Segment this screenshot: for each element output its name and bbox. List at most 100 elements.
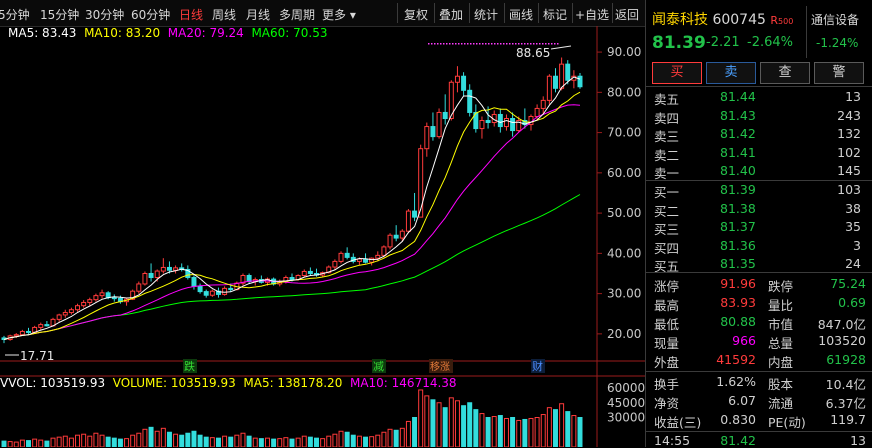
ask-label: 卖四 xyxy=(654,110,680,126)
candle-body xyxy=(111,297,117,300)
signal-dot xyxy=(473,43,475,45)
candle-body xyxy=(534,107,540,117)
volume-bar xyxy=(559,403,565,447)
bid-row[interactable]: 买一 81.39 103 xyxy=(652,181,867,200)
alert-button[interactable]: 警 xyxy=(814,62,864,84)
marker-yizhang[interactable]: 移涨 xyxy=(430,360,450,373)
period-weekly[interactable]: 周线 xyxy=(212,6,236,23)
volume-bar xyxy=(130,434,136,447)
pe-label: PE(动) xyxy=(768,415,806,430)
sector-name[interactable]: 通信设备 xyxy=(811,11,859,28)
volume-bars-group xyxy=(1,389,583,447)
tick-price: 81.42 xyxy=(720,433,756,448)
ask-row[interactable]: 卖二 81.41 102 xyxy=(652,144,867,163)
overlay-button[interactable]: 叠加 xyxy=(439,6,463,23)
limit-up-label: 涨停 xyxy=(654,279,680,294)
sell-button[interactable]: 卖 xyxy=(706,62,756,84)
period-more[interactable]: 更多 ▾ xyxy=(322,6,356,23)
price-change-pct: -2.64% xyxy=(747,35,793,50)
signal-dot xyxy=(530,43,532,45)
candle-body xyxy=(436,111,442,138)
bid-qty: 3 xyxy=(853,237,861,253)
net-asset-value: 6.07 xyxy=(728,393,756,408)
marker-jian[interactable]: 减 xyxy=(373,360,384,373)
volume-bar xyxy=(295,437,301,447)
signal-dot xyxy=(443,43,445,45)
bid-row[interactable]: 买三 81.37 35 xyxy=(652,218,867,237)
volume-bar xyxy=(510,417,516,447)
period-multi[interactable]: 多周期 xyxy=(279,6,315,23)
marker-cai[interactable]: 财 xyxy=(532,359,543,373)
volume-bar xyxy=(534,417,540,447)
draw-line-button[interactable]: 画线 xyxy=(509,6,533,23)
candle-body xyxy=(19,330,25,336)
period-5min[interactable]: 5分钟 xyxy=(0,6,30,23)
add-watchlist-button[interactable]: +自选 xyxy=(575,6,609,23)
volume-bar xyxy=(154,430,160,447)
candle-body xyxy=(81,301,87,307)
volume-bar xyxy=(565,411,571,447)
candle-body xyxy=(203,291,209,296)
ask-row[interactable]: 卖一 81.40 145 xyxy=(652,162,867,181)
back-button[interactable]: 返回 xyxy=(615,6,639,23)
period-60min[interactable]: 60分钟 xyxy=(131,6,170,23)
outer-label: 外盘 xyxy=(654,355,680,370)
cur-vol-value: 966 xyxy=(732,333,756,348)
candle-body xyxy=(173,267,179,271)
bid-price: 81.39 xyxy=(720,182,756,197)
kline-chart-area[interactable]: 90.00 80.00 70.00 60.00 50.00 40.00 30.00 20.00… xyxy=(0,26,645,447)
ask-price: 81.43 xyxy=(720,107,756,123)
volume-bar xyxy=(314,437,320,447)
ask-row[interactable]: 卖五 81.44 13 xyxy=(652,88,867,107)
ask-qty: 13 xyxy=(845,89,861,104)
period-daily[interactable]: 日线 xyxy=(179,6,203,23)
period-30min[interactable]: 30分钟 xyxy=(85,6,124,23)
mark-button[interactable]: 标记 xyxy=(543,6,567,23)
signal-dot xyxy=(515,43,517,45)
total-vol-label: 总量 xyxy=(768,336,794,351)
candle-body xyxy=(546,75,552,101)
total-vol-value: 103520 xyxy=(818,333,866,348)
buy-button[interactable]: 买 xyxy=(652,62,702,84)
volume-bar xyxy=(1,440,7,447)
equity-value: 10.4亿 xyxy=(825,377,866,392)
volume-bar xyxy=(215,437,221,447)
candle-body xyxy=(148,272,154,279)
volume-bar xyxy=(277,438,283,447)
period-monthly[interactable]: 月线 xyxy=(246,6,270,23)
ask-row[interactable]: 卖三 81.42 132 xyxy=(652,125,867,144)
query-button[interactable]: 查 xyxy=(760,62,810,84)
volume-bar xyxy=(473,409,479,447)
candle-body xyxy=(166,266,172,271)
volume-bar xyxy=(405,420,411,447)
candle-body xyxy=(381,246,387,256)
volume-bar xyxy=(461,405,467,447)
chevron-down-icon: ▾ xyxy=(349,8,356,22)
marker-die[interactable]: 跌 xyxy=(184,359,195,373)
candle-body xyxy=(424,126,430,150)
candle-body xyxy=(552,75,558,89)
ask-price: 81.44 xyxy=(720,89,756,104)
bid-row[interactable]: 买二 81.38 38 xyxy=(652,200,867,219)
volume-bar xyxy=(399,427,405,447)
volume-bar xyxy=(577,417,583,447)
turnover-label: 换手 xyxy=(654,377,680,392)
low-annotation: 17.71 xyxy=(20,349,54,363)
volume-bar xyxy=(338,430,344,447)
limit-up-value: 91.96 xyxy=(720,276,756,291)
volume-bar xyxy=(332,433,338,447)
bid-qty: 24 xyxy=(845,256,861,271)
ask-label: 卖五 xyxy=(654,92,680,107)
volume-bar xyxy=(381,431,387,447)
vol-ratio-label: 量比 xyxy=(768,298,794,313)
ask-row[interactable]: 卖四 81.43 243 xyxy=(652,107,867,126)
eps-value: 0.830 xyxy=(720,412,756,427)
restore-rights-button[interactable]: 复权 xyxy=(404,6,428,23)
statistics-button[interactable]: 统计 xyxy=(474,6,498,23)
volume-bar xyxy=(191,430,197,447)
bid-row[interactable]: 买四 81.36 3 xyxy=(652,237,867,256)
signal-dots xyxy=(428,43,559,45)
signal-dot xyxy=(548,43,550,45)
stock-name: 闻泰科技 xyxy=(652,12,708,28)
period-15min[interactable]: 15分钟 xyxy=(40,6,79,23)
